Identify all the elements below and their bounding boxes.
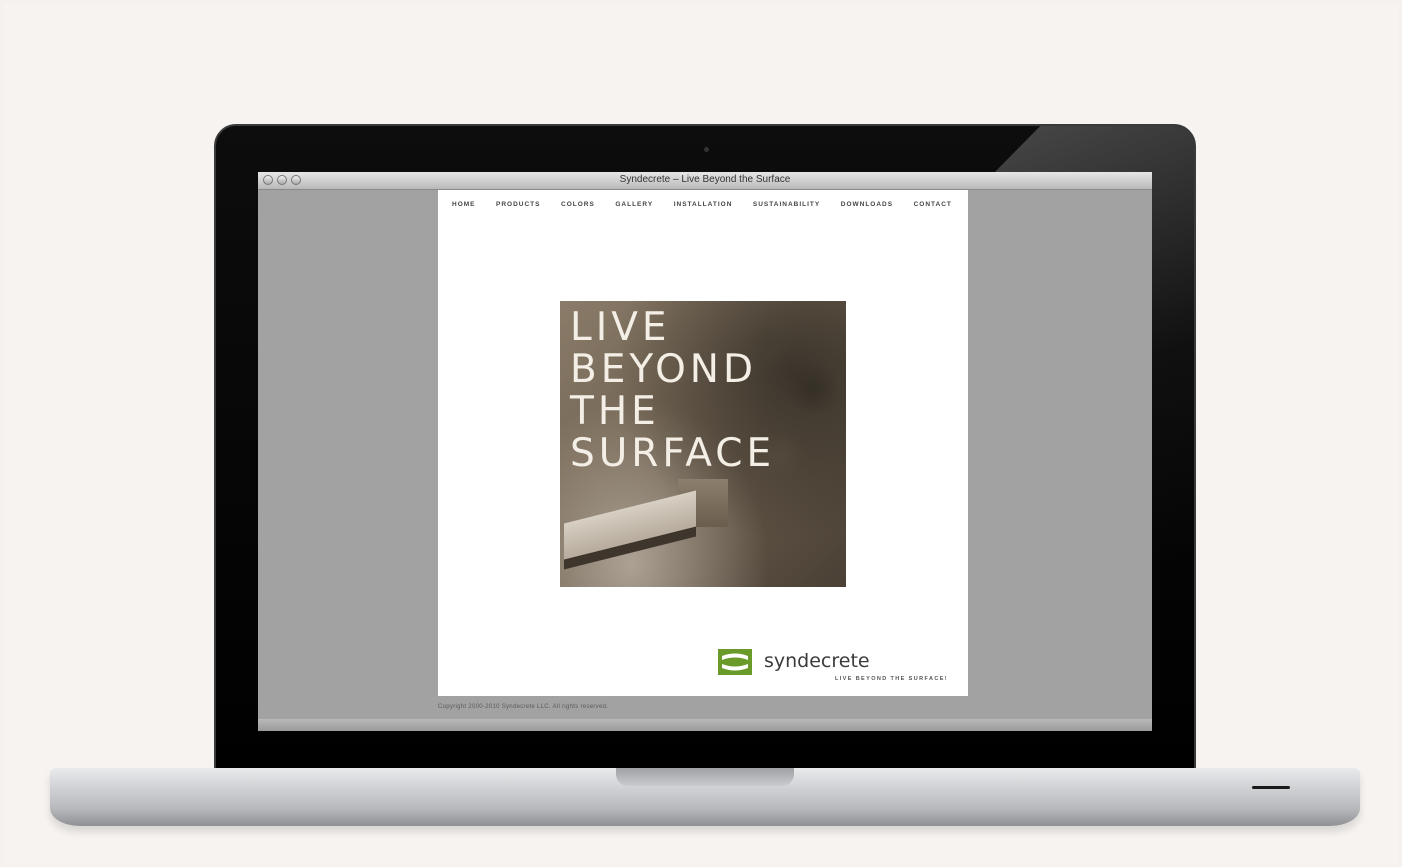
window-titlebar: Syndecrete – Live Beyond the Surface: [258, 172, 1152, 190]
nav-sustainability[interactable]: SUSTAINABILITY: [753, 201, 820, 213]
nav-home[interactable]: HOME: [452, 201, 476, 213]
camera-icon: [704, 147, 709, 152]
brand-name: syndecrete: [764, 650, 870, 672]
window-footer: [258, 719, 1152, 731]
laptop-base: [50, 768, 1360, 826]
hero-line-1: LIVE: [570, 305, 671, 350]
nav-contact[interactable]: CONTACT: [914, 201, 952, 213]
lid-notch: [616, 768, 794, 786]
web-page: HOME PRODUCTS COLORS GALLERY INSTALLATIO…: [438, 190, 968, 696]
main-nav: HOME PRODUCTS COLORS GALLERY INSTALLATIO…: [452, 201, 952, 213]
hero-line-2: BEYOND: [570, 347, 757, 392]
copyright-text: Copyright 2000-2010 Syndecrete LLC. All …: [438, 704, 609, 710]
hero-line-3: THE: [570, 389, 660, 434]
syndecrete-logo-icon[interactable]: [718, 647, 752, 677]
nav-installation[interactable]: INSTALLATION: [674, 201, 733, 213]
brand-tagline: LIVE BEYOND THE SURFACE!: [834, 676, 948, 682]
hero-image[interactable]: LIVE BEYOND THE SURFACE: [560, 301, 846, 587]
nav-products[interactable]: PRODUCTS: [496, 201, 540, 213]
sleep-indicator: [1252, 786, 1290, 789]
window-title: Syndecrete – Live Beyond the Surface: [619, 174, 791, 185]
hero-bench: [564, 490, 696, 560]
nav-gallery[interactable]: GALLERY: [615, 201, 653, 213]
nav-downloads[interactable]: DOWNLOADS: [841, 201, 893, 213]
nav-colors[interactable]: COLORS: [561, 201, 595, 213]
browser-window: Syndecrete – Live Beyond the Surface HOM…: [258, 172, 1152, 731]
hero-line-4: SURFACE: [570, 431, 776, 476]
hero-foliage: [736, 301, 846, 521]
